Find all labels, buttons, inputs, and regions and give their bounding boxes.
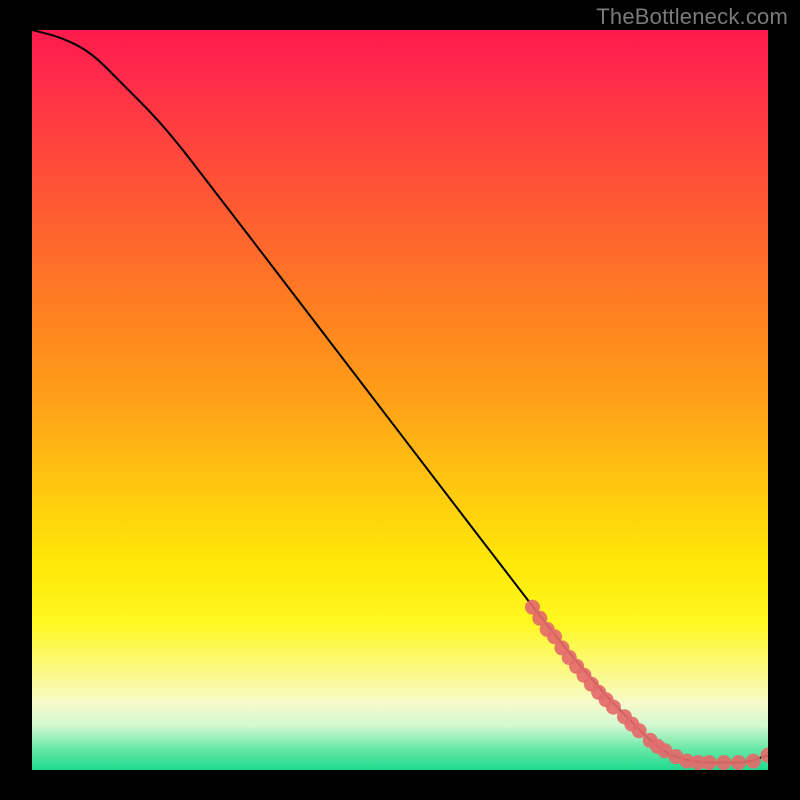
- sample-point: [746, 754, 761, 769]
- sample-point: [716, 755, 731, 770]
- sample-point: [731, 755, 746, 770]
- chart-frame: TheBottleneck.com: [0, 0, 800, 800]
- chart-plot-area: [32, 30, 768, 770]
- chart-svg: [32, 30, 768, 770]
- sample-point: [702, 755, 717, 770]
- watermark-text: TheBottleneck.com: [596, 4, 788, 30]
- sample-point: [761, 748, 769, 763]
- sample-points-group: [525, 600, 768, 770]
- bottleneck-curve-line: [32, 30, 768, 763]
